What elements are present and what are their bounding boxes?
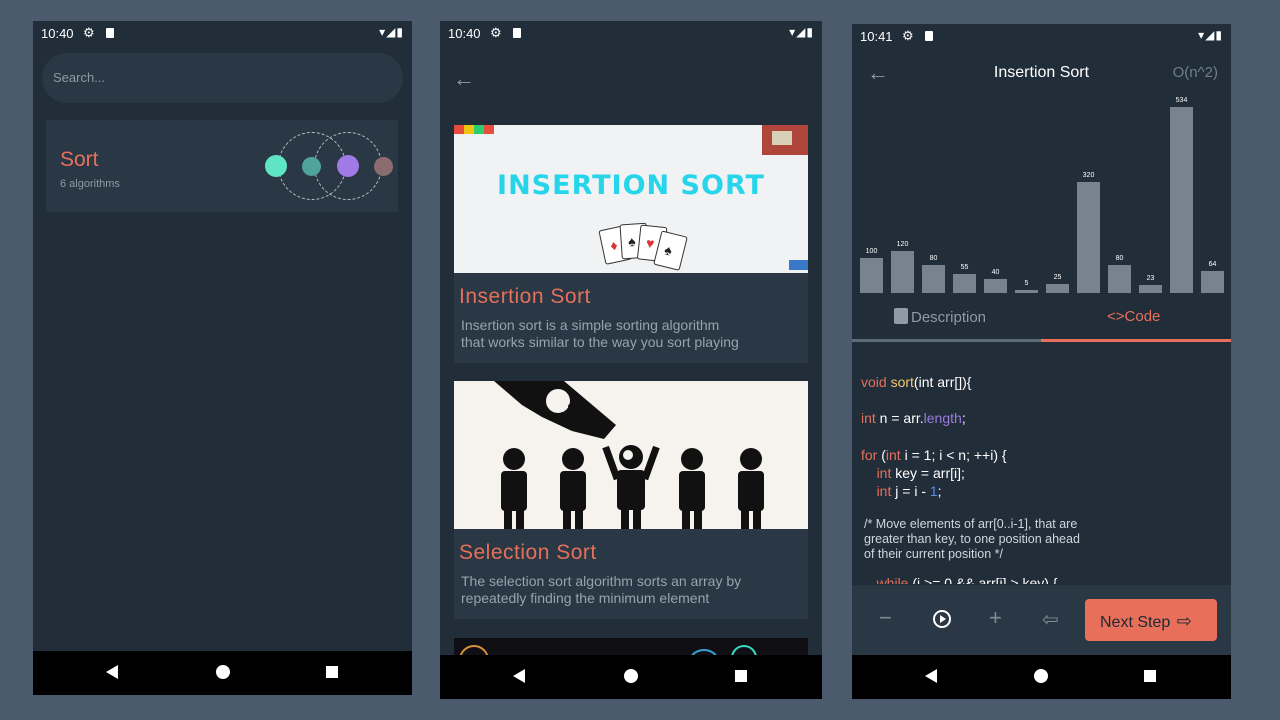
code-line: int key = arr[i]; — [876, 465, 965, 481]
chart-bar-value-label: 120 — [896, 241, 909, 249]
code-brackets-icon: <> — [1107, 308, 1125, 325]
wifi-signal-battery-icons: ▾◢▮ — [789, 25, 814, 39]
chart-bar-value-label: 55 — [960, 263, 969, 271]
chart-bar — [1139, 284, 1162, 293]
chart-bar — [891, 251, 914, 293]
chart-bar — [1077, 181, 1100, 293]
nav-back-icon[interactable] — [925, 669, 937, 683]
status-time: 10:40 — [448, 26, 481, 41]
code-comment: /* Move elements of arr[0..i-1], that ar… — [864, 517, 1080, 561]
android-nav-bar — [440, 655, 822, 699]
slower-minus-icon[interactable]: − — [879, 605, 892, 631]
chart-bar — [1046, 284, 1069, 293]
code-line: while (j >= 0 && arr[j] > key) { — [876, 575, 1058, 584]
faster-plus-icon[interactable]: + — [989, 605, 1002, 631]
code-line: for (int i = 1; i < n; ++i) { — [861, 447, 1007, 463]
nav-home-icon[interactable] — [216, 665, 230, 679]
document-icon — [894, 308, 908, 324]
chart-bar — [860, 258, 883, 293]
algorithm-card-selection-sort[interactable]: Selection Sort The selection sort algori… — [454, 381, 808, 619]
status-bar: 10:40 ⚙ ▾◢▮ — [33, 21, 412, 45]
status-time: 10:40 — [41, 26, 74, 41]
category-card-sort[interactable]: Sort 6 algorithms — [46, 120, 398, 212]
nav-home-icon[interactable] — [624, 669, 638, 683]
settings-status-icon: ⚙ — [490, 25, 502, 40]
nav-recents-icon[interactable] — [735, 670, 747, 682]
status-bar: 10:40 ⚙ ▾◢▮ — [440, 21, 822, 45]
code-line: void sort(int arr[]){ — [861, 374, 972, 390]
playback-controls: − + ⇦ Next Step ⇨ — [852, 585, 1231, 655]
algorithm-title: Insertion Sort — [459, 285, 591, 308]
category-title: Sort — [60, 148, 99, 171]
algorithm-description-line: Insertion sort is a simple sorting algor… — [461, 317, 720, 333]
algorithm-description-line: that works similar to the way you sort p… — [461, 334, 739, 350]
algorithm-description-line: repeatedly finding the minimum element — [461, 590, 710, 606]
chart-bar — [953, 273, 976, 293]
chart-bar-value-label: 80 — [1115, 255, 1124, 263]
chart-bar-value-label: 25 — [1053, 274, 1062, 282]
sort-dot-brown — [374, 157, 393, 176]
cover-image-text: INSERTION SORT — [497, 170, 765, 201]
algorithm-description-line: The selection sort algorithm sorts an ar… — [461, 573, 742, 589]
nav-home-icon[interactable] — [1034, 669, 1048, 683]
chart-bar-value-label: 23 — [1146, 274, 1155, 282]
search-input[interactable]: Search... — [42, 53, 403, 103]
chart-bar-value-label: 64 — [1208, 260, 1217, 268]
selection-sort-cover-image — [454, 381, 808, 529]
search-placeholder: Search... — [53, 70, 106, 85]
android-nav-bar — [33, 651, 412, 695]
previous-step-icon[interactable]: ⇦ — [1042, 607, 1059, 632]
tab-description[interactable]: Description — [894, 308, 986, 326]
code-line: int n = arr.length; — [861, 410, 966, 426]
nav-back-icon[interactable] — [106, 665, 118, 679]
nav-back-icon[interactable] — [513, 669, 525, 683]
svg-text:♥: ♥ — [645, 235, 655, 252]
tab-code[interactable]: <>Code — [1107, 308, 1160, 325]
chart-bar — [1201, 270, 1224, 293]
tab-indicator-active — [1041, 339, 1231, 342]
phone-algorithm-detail-screen: 10:41 ⚙ ▾◢▮ ← Insertion Sort O(n^2) 100 1… — [852, 24, 1231, 699]
nav-recents-icon[interactable] — [1144, 670, 1156, 682]
arrow-right-icon: ⇨ — [1176, 611, 1192, 631]
chart-bar — [922, 265, 945, 293]
bar-chart: 100 120 80 55 40 5 25 320 80 23 534 64 — [852, 24, 1231, 314]
next-step-button[interactable]: Next Step ⇨ — [1085, 599, 1217, 641]
algorithm-card-insertion-sort[interactable]: ♦ ♠ ♥ ♠ INSERTION SORT Insertion Sort In… — [454, 125, 808, 363]
phone-categories-screen: 10:40 ⚙ ▾◢▮ Search... Sort 6 algorithms — [33, 21, 412, 695]
tab-code-label: Code — [1124, 308, 1161, 325]
category-subtitle: 6 algorithms — [60, 178, 120, 190]
sort-dot-green — [302, 157, 321, 176]
play-icon[interactable] — [933, 610, 951, 628]
android-nav-bar — [852, 655, 1231, 699]
phone-algorithm-list-screen: 10:40 ⚙ ▾◢▮ ← ♦ ♠ ♥ ♠ INSERTION SORT Ins… — [440, 21, 822, 699]
chart-bar-value-label: 100 — [865, 248, 878, 256]
chart-bar-value-label: 40 — [991, 269, 1000, 277]
settings-status-icon: ⚙ — [83, 25, 95, 40]
wifi-signal-battery-icons: ▾◢▮ — [379, 25, 404, 39]
tab-indicator-inactive — [852, 339, 1041, 342]
sd-card-icon — [513, 28, 521, 38]
sort-dot-purple — [337, 155, 359, 177]
code-line: int j = i - 1; — [876, 483, 942, 499]
chart-bar — [1015, 290, 1038, 293]
back-arrow-icon[interactable]: ← — [453, 66, 475, 92]
tab-description-label: Description — [911, 309, 987, 326]
chart-bar — [984, 279, 1007, 293]
chart-bar-value-label: 5 — [1024, 280, 1029, 287]
sort-dot-teal — [265, 155, 287, 177]
code-viewer: void sort(int arr[]){ int n = arr.length… — [861, 362, 1221, 584]
chart-bar-value-label: 534 — [1175, 97, 1188, 104]
chart-bar-value-label: 80 — [929, 255, 938, 263]
nav-recents-icon[interactable] — [326, 666, 338, 678]
chart-bar — [1108, 265, 1131, 293]
sd-card-icon — [106, 28, 114, 38]
next-step-label: Next Step — [1100, 614, 1171, 631]
chart-bar — [1170, 107, 1193, 293]
algorithm-title: Selection Sort — [459, 541, 597, 564]
chart-bar-value-label: 320 — [1082, 171, 1095, 179]
